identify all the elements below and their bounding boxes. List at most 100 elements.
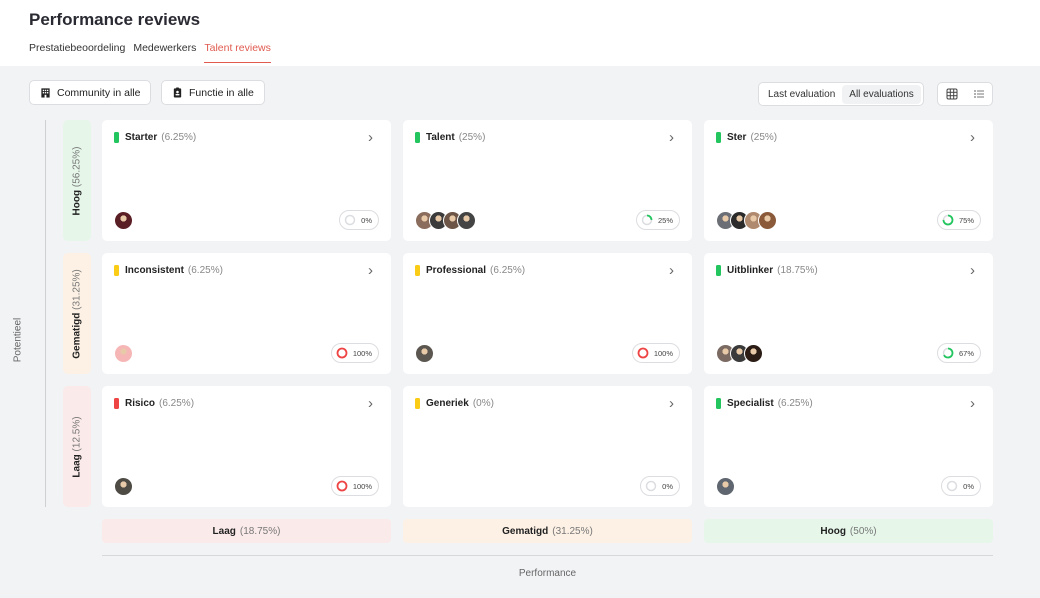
avatar[interactable] bbox=[457, 211, 476, 230]
review-progress-badge: 0% bbox=[640, 476, 680, 496]
column-label-pct: (50%) bbox=[849, 525, 877, 537]
progress-ring-icon bbox=[942, 347, 954, 359]
chevron-right-icon[interactable]: › bbox=[970, 262, 975, 279]
status-indicator bbox=[415, 398, 420, 409]
card-percentage: (25%) bbox=[750, 132, 778, 143]
progress-text: 100% bbox=[352, 348, 372, 358]
function-filter-button[interactable]: Functie in alle bbox=[161, 80, 265, 105]
avatar-group bbox=[716, 477, 735, 496]
card-title-text: Risico bbox=[125, 398, 156, 409]
talent-card-uitblinker[interactable]: Uitblinker (18.75%) › 67% bbox=[704, 253, 993, 374]
row-label-text: Laag (12.5%) bbox=[72, 416, 83, 477]
progress-text: 0% bbox=[963, 481, 974, 491]
card-title: Risico (6.25%) bbox=[114, 398, 194, 409]
progress-ring-icon bbox=[344, 214, 356, 226]
avatar[interactable] bbox=[415, 344, 434, 363]
avatar[interactable] bbox=[716, 477, 735, 496]
status-indicator bbox=[114, 265, 119, 276]
column-label-pct: (31.25%) bbox=[552, 525, 593, 537]
tab-talent-reviews[interactable]: Talent reviews bbox=[204, 42, 271, 63]
potential-row-label-gematigd: Gematigd (31.25%) bbox=[63, 253, 91, 374]
avatar-group bbox=[415, 344, 434, 363]
avatar-group bbox=[415, 211, 476, 230]
building-icon bbox=[41, 88, 50, 98]
progress-text: 100% bbox=[653, 348, 673, 358]
card-title-text: Specialist bbox=[727, 398, 774, 409]
card-percentage: (6.25%) bbox=[187, 265, 223, 276]
talent-card-generiek[interactable]: Generiek (0%) › 0% bbox=[403, 386, 692, 507]
performance-axis-line bbox=[102, 555, 993, 556]
talent-card-inconsistent[interactable]: Inconsistent (6.25%) › 100% bbox=[102, 253, 391, 374]
page-title: Performance reviews bbox=[29, 10, 201, 29]
chevron-right-icon[interactable]: › bbox=[669, 262, 674, 279]
status-indicator bbox=[716, 398, 721, 409]
chevron-right-icon[interactable]: › bbox=[669, 129, 674, 146]
card-title: Professional (6.25%) bbox=[415, 265, 525, 276]
chevron-right-icon[interactable]: › bbox=[669, 395, 674, 412]
tab-bar: Prestatiebeoordeling Medewerkers Talent … bbox=[29, 42, 279, 63]
review-progress-badge: 100% bbox=[330, 343, 379, 363]
avatar[interactable] bbox=[114, 477, 133, 496]
avatar-group bbox=[114, 344, 133, 363]
card-title-text: Professional bbox=[426, 265, 487, 276]
performance-column-label-gematigd: Gematigd (31.25%) bbox=[403, 519, 692, 543]
card-percentage: (18.75%) bbox=[777, 265, 818, 276]
card-title: Generiek (0%) bbox=[415, 398, 494, 409]
talent-card-ster[interactable]: Ster (25%) › 75% bbox=[704, 120, 993, 241]
talent-card-talent[interactable]: Talent (25%) › 25% bbox=[403, 120, 692, 241]
card-title-text: Ster bbox=[727, 132, 747, 143]
avatar[interactable] bbox=[744, 344, 763, 363]
performance-column-label-laag: Laag (18.75%) bbox=[102, 519, 391, 543]
potential-axis-label: Potentieel bbox=[12, 317, 24, 363]
progress-ring-icon bbox=[336, 347, 348, 359]
progress-ring-icon bbox=[946, 480, 958, 492]
review-progress-badge: 67% bbox=[936, 343, 981, 363]
talent-card-starter[interactable]: Starter (6.25%) › 0% bbox=[102, 120, 391, 241]
evaluation-toggle: Last evaluation All evaluations bbox=[758, 82, 924, 106]
last-evaluation-option[interactable]: Last evaluation bbox=[761, 84, 843, 104]
tab-medewerkers[interactable]: Medewerkers bbox=[133, 42, 196, 63]
card-title: Uitblinker (18.75%) bbox=[716, 265, 818, 276]
review-progress-badge: 100% bbox=[631, 343, 680, 363]
talent-card-risico[interactable]: Risico (6.25%) › 100% bbox=[102, 386, 391, 507]
column-label-name: Hoog bbox=[820, 525, 846, 537]
avatar-group bbox=[716, 344, 763, 363]
status-indicator bbox=[114, 398, 119, 409]
grid-icon[interactable] bbox=[946, 88, 958, 100]
row-label-text: Hoog (56.25%) bbox=[72, 146, 83, 215]
card-percentage: (6.25%) bbox=[161, 132, 197, 143]
progress-ring-icon bbox=[645, 480, 657, 492]
row-label-pct: (12.5%) bbox=[71, 415, 83, 451]
function-filter-label: Functie in alle bbox=[189, 86, 254, 99]
status-indicator bbox=[114, 132, 119, 143]
tab-prestatiebeoordeling[interactable]: Prestatiebeoordeling bbox=[29, 42, 125, 63]
list-icon[interactable] bbox=[973, 88, 985, 100]
status-indicator bbox=[415, 132, 420, 143]
card-title-text: Starter bbox=[125, 132, 158, 143]
avatar[interactable] bbox=[114, 211, 133, 230]
progress-text: 0% bbox=[662, 481, 673, 491]
status-indicator bbox=[716, 132, 721, 143]
progress-ring-icon bbox=[637, 347, 649, 359]
avatar-group bbox=[114, 477, 133, 496]
avatar[interactable] bbox=[758, 211, 777, 230]
chevron-right-icon[interactable]: › bbox=[970, 129, 975, 146]
avatar[interactable] bbox=[114, 344, 133, 363]
row-label-name: Hoog bbox=[71, 189, 83, 215]
talent-card-specialist[interactable]: Specialist (6.25%) › 0% bbox=[704, 386, 993, 507]
progress-ring-icon bbox=[641, 214, 653, 226]
review-progress-badge: 100% bbox=[330, 476, 379, 496]
card-title-text: Talent bbox=[426, 132, 455, 143]
talent-card-professional[interactable]: Professional (6.25%) › 100% bbox=[403, 253, 692, 374]
chevron-right-icon[interactable]: › bbox=[970, 395, 975, 412]
chevron-right-icon[interactable]: › bbox=[368, 129, 373, 146]
avatar-group bbox=[716, 211, 777, 230]
community-filter-button[interactable]: Community in alle bbox=[29, 80, 152, 105]
chevron-right-icon[interactable]: › bbox=[368, 262, 373, 279]
card-percentage: (0%) bbox=[472, 398, 494, 409]
review-progress-badge: 25% bbox=[635, 210, 680, 230]
chevron-right-icon[interactable]: › bbox=[368, 395, 373, 412]
card-title-text: Generiek bbox=[426, 398, 469, 409]
all-evaluations-option[interactable]: All evaluations bbox=[842, 84, 921, 104]
community-filter-label: Community in alle bbox=[57, 86, 141, 99]
